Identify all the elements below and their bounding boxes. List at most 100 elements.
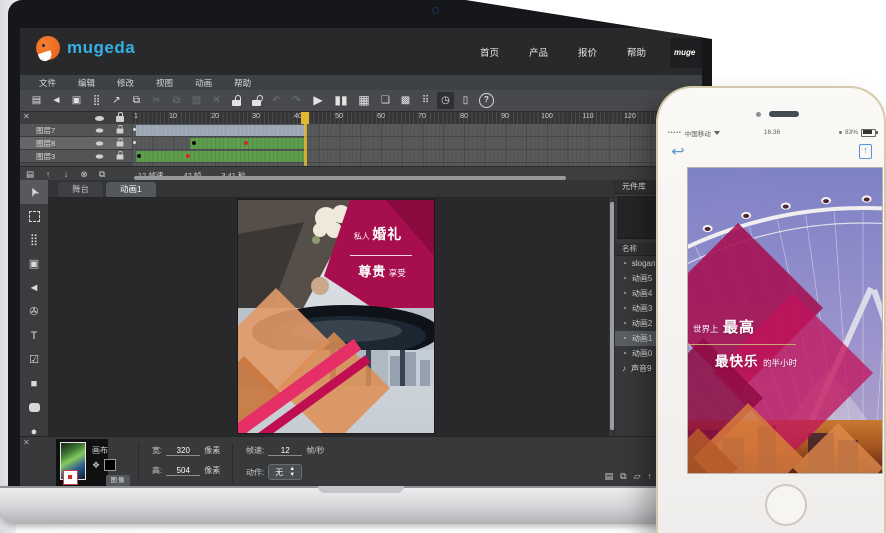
base-notch xyxy=(318,486,404,493)
frame-span[interactable] xyxy=(190,138,307,149)
keyframe-dot[interactable] xyxy=(192,141,196,145)
marquee-tool[interactable] xyxy=(20,204,48,228)
keyframe-dot[interactable] xyxy=(137,154,141,158)
image-tool[interactable]: ▣ xyxy=(20,252,48,276)
rounded-rect-tool[interactable] xyxy=(20,396,48,420)
export-icon[interactable]: ↗ xyxy=(108,92,125,109)
import-audio-icon[interactable]: ◄ xyxy=(48,92,65,109)
eye-icon[interactable] xyxy=(96,141,104,145)
action-dropdown[interactable]: 无 ▲▼ xyxy=(268,464,302,480)
site-nav-item[interactable]: 首页 xyxy=(480,45,499,59)
eye-icon[interactable] xyxy=(96,154,104,158)
action-keyframe-dot[interactable] xyxy=(186,154,190,158)
site-nav-item[interactable]: 帮助 xyxy=(627,45,646,59)
width-field[interactable]: 320 xyxy=(166,446,200,456)
paste-icon[interactable]: ▨ xyxy=(188,92,205,109)
duplicate-layer-icon[interactable]: ⧉ xyxy=(96,168,108,180)
layer-row[interactable]: 图层3 xyxy=(20,150,132,163)
menu-item[interactable]: 动画 xyxy=(184,77,223,89)
frame-row[interactable] xyxy=(132,124,702,137)
layer-actions: ▤ ↑ ↓ ⊗ ⧉ xyxy=(24,168,108,180)
library-item-label: 声音9 xyxy=(631,363,651,374)
site-nav-item[interactable]: 产品 xyxy=(529,45,548,59)
pause-icon[interactable]: ▮▮ xyxy=(331,92,351,109)
text-tool[interactable]: T xyxy=(20,324,48,348)
phone-preview-icon[interactable]: ▯ xyxy=(457,92,474,109)
mugeda-logo[interactable]: mugeda xyxy=(36,36,135,60)
tab-animation1[interactable]: 动画1 xyxy=(106,182,156,197)
menu-item[interactable]: 视图 xyxy=(145,77,184,89)
new-file-icon[interactable]: ▤ xyxy=(28,92,45,109)
tab-stage[interactable]: 舞台 xyxy=(58,182,103,197)
components-icon[interactable]: ⣿ xyxy=(88,92,105,109)
clock-icon[interactable]: ◷ xyxy=(437,92,454,109)
wedding-ad-artwork[interactable]: 私人 婚礼 尊贵 享受 xyxy=(238,200,434,433)
phone-screen-ad[interactable]: 世界上 最高 最快乐 的半小时 xyxy=(687,167,883,474)
record-button[interactable] xyxy=(63,470,78,485)
delete-icon[interactable]: ✕ xyxy=(208,92,225,109)
eye-icon[interactable] xyxy=(96,128,104,132)
battery-icon xyxy=(861,129,876,137)
fps-field[interactable]: 12 xyxy=(268,446,302,456)
frame-row[interactable] xyxy=(132,137,702,150)
add-layer-icon[interactable]: ▤ xyxy=(24,168,36,180)
background-color-swatch[interactable] xyxy=(104,459,116,471)
close-properties-icon[interactable]: ✕ xyxy=(23,438,30,447)
select-tool[interactable]: ➤ xyxy=(20,180,48,204)
back-icon[interactable]: ↩ xyxy=(671,143,684,160)
upload-icon[interactable]: ↑ xyxy=(648,471,653,482)
help-icon[interactable]: ? xyxy=(479,93,494,108)
delete-layer-icon[interactable]: ⊗ xyxy=(78,168,90,180)
audio-tool[interactable]: ◄ xyxy=(20,276,48,300)
close-timeline-icon[interactable]: ✕ xyxy=(23,112,30,121)
undo-icon[interactable]: ↶ xyxy=(268,92,285,109)
checkbox-tool[interactable]: ☑ xyxy=(20,348,48,372)
lock-icon[interactable] xyxy=(228,92,245,109)
stage-canvas[interactable]: 私人 婚礼 尊贵 享受 xyxy=(48,198,609,436)
layer-row[interactable]: 图层7 xyxy=(20,124,132,137)
menu-item[interactable]: 修改 xyxy=(106,77,145,89)
save-icon[interactable]: ▣ xyxy=(68,92,85,109)
paste-style-icon[interactable]: ▱ xyxy=(634,471,641,482)
stop-icon[interactable]: ▦ xyxy=(354,92,374,109)
frame-span[interactable] xyxy=(136,151,307,162)
unlock-icon[interactable] xyxy=(248,92,265,109)
preview-comment-icon[interactable]: ❏ xyxy=(377,92,394,109)
action-keyframe-dot[interactable] xyxy=(244,141,248,145)
cut-icon[interactable]: ✂ xyxy=(148,92,165,109)
frame-ruler[interactable]: 1102030405060708090100110120130 xyxy=(132,112,702,124)
move-layer-up-icon[interactable]: ↑ xyxy=(42,168,54,180)
move-layer-down-icon[interactable]: ↓ xyxy=(60,168,72,180)
duplicate-page-icon[interactable]: ⧉ xyxy=(128,92,145,109)
menu-item[interactable]: 帮助 xyxy=(223,77,262,89)
height-field[interactable]: 504 xyxy=(166,466,200,476)
components-tool[interactable]: ⣿ xyxy=(20,228,48,252)
layer-row[interactable]: 图层8 xyxy=(20,137,132,150)
play-icon[interactable]: ▶ xyxy=(308,92,328,109)
share-icon[interactable]: ↑ xyxy=(859,144,872,159)
image-mode-button[interactable]: 图像 xyxy=(106,475,130,486)
rect-tool[interactable]: ■ xyxy=(20,372,48,396)
ad-slogan2-big: 尊贵 xyxy=(358,264,386,279)
home-button[interactable] xyxy=(765,484,807,526)
tween-span[interactable] xyxy=(136,125,306,136)
copy-canvas-icon[interactable]: ⧉ xyxy=(620,471,626,482)
account-button[interactable]: muge xyxy=(670,38,702,68)
site-nav-item[interactable]: 报价 xyxy=(578,45,597,59)
grid-settings-icon[interactable]: ⠿ xyxy=(417,92,434,109)
copy-icon[interactable]: ⧉ xyxy=(168,92,185,109)
visibility-column-icon[interactable] xyxy=(95,116,104,121)
menu-item[interactable]: 编辑 xyxy=(67,77,106,89)
paint-bucket-icon[interactable]: ❖ xyxy=(92,460,100,471)
lock-column-icon[interactable] xyxy=(116,116,124,122)
lock-icon[interactable] xyxy=(117,128,124,133)
export-image-icon[interactable]: ▤ xyxy=(605,471,614,482)
video-tool[interactable]: ✇ xyxy=(20,300,48,324)
redo-icon[interactable]: ↷ xyxy=(288,92,305,109)
qr-preview-icon[interactable]: ▩ xyxy=(397,92,414,109)
lock-icon[interactable] xyxy=(117,141,124,146)
lock-icon[interactable] xyxy=(117,154,124,159)
frame-row[interactable] xyxy=(132,150,702,163)
playhead-handle[interactable] xyxy=(301,112,309,124)
menu-item[interactable]: 文件 xyxy=(28,77,67,89)
